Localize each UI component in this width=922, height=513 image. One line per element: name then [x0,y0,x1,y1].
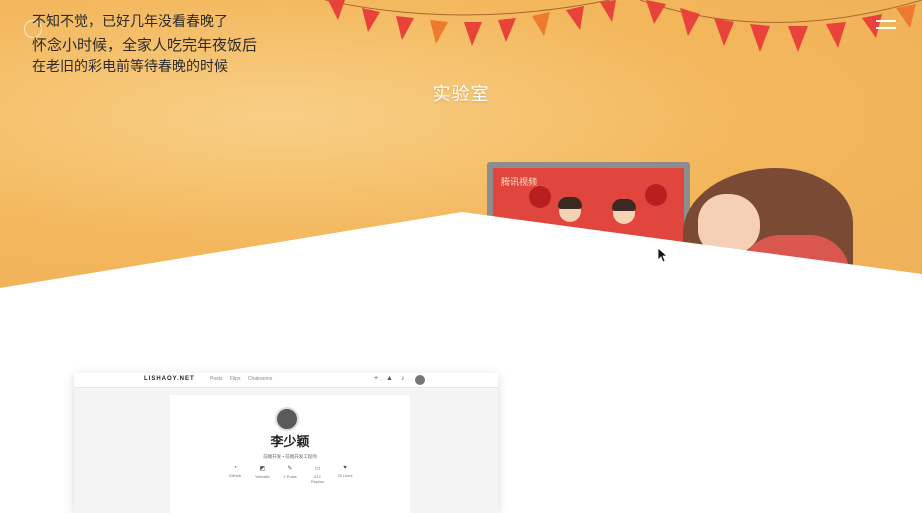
preview-nav-link[interactable]: Posts [210,376,223,382]
profile-bio: 前端开发 ▪ 前端开发工程师 [263,454,317,459]
github-icon: ◔ [233,465,237,471]
preview-nav-link[interactable]: Flips [230,376,241,382]
preview-brand[interactable]: LISHAOY.NET [144,376,195,382]
stat-website[interactable]: ◩ Website [253,465,273,484]
add-icon[interactable]: + [374,375,378,382]
bell-icon[interactable]: ♪ [401,375,405,382]
profile-name: 李少颖 [270,434,310,449]
stat-github[interactable]: ◔ GitHub [225,465,245,484]
likes-icon: ♥ [343,465,347,471]
posts-icon: ✎ [287,466,293,472]
preview-nav-links: Posts Flips Chatrooms [210,376,278,382]
profile-card: 李少颖 前端开发 ▪ 前端开发工程师 ◔ GitHub ◩ Website ✎ 1 P… [170,395,410,513]
preview-nav-link[interactable]: Chatrooms [248,376,272,382]
replies-icon: ▭ [314,466,321,472]
preview-actions: + ▲ ♪ [374,375,410,382]
preview-navbar: LISHAOY.NET Posts Flips Chatrooms + ▲ ♪ [74,373,498,388]
mouse-cursor-icon [657,247,669,263]
avatar [275,407,299,431]
website-icon: ◩ [259,466,266,472]
profile-stats: ◔ GitHub ◩ Website ✎ 1 Posts ▭ 872 Replies ♥… [225,465,355,484]
stat-posts[interactable]: ✎ 1 Posts [280,465,300,484]
site-preview-card[interactable]: LISHAOY.NET Posts Flips Chatrooms + ▲ ♪ … [74,373,498,513]
stat-replies[interactable]: ▭ 872 Replies [308,465,328,484]
user-icon[interactable]: ▲ [386,375,393,382]
preview-avatar-small[interactable] [415,375,425,385]
stat-likes[interactable]: ♥ 32 Likes [335,465,355,484]
